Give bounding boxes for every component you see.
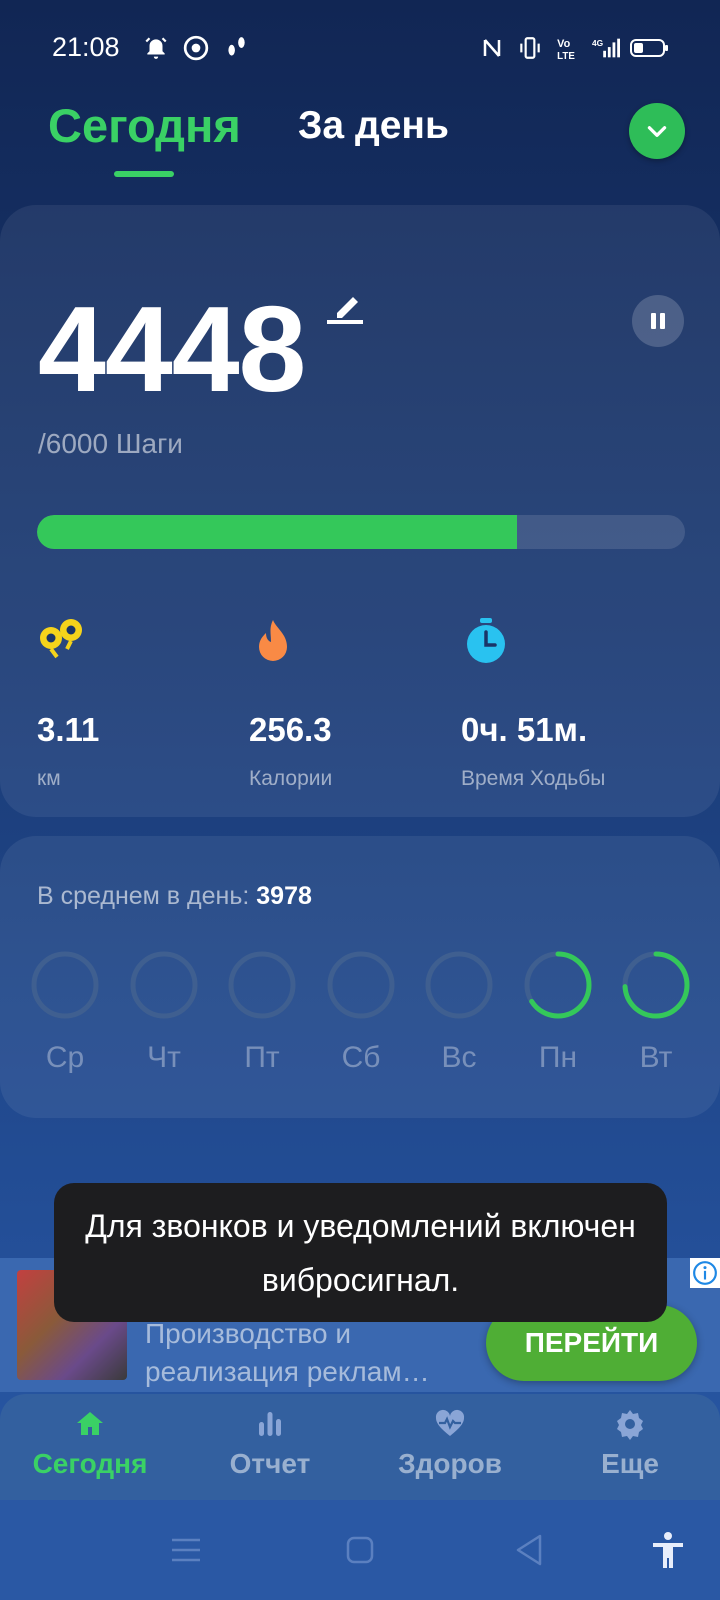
day-progress-ring (524, 951, 592, 1019)
tab-day[interactable]: За день (298, 104, 449, 148)
steps-progress-bar (37, 515, 685, 549)
toast-message: Для звонков и уведомлений включен виброс… (54, 1183, 667, 1322)
bar-chart-icon (259, 1412, 281, 1436)
battery-icon (630, 34, 670, 62)
nav-health-label: Здоров (398, 1448, 502, 1479)
edit-icon[interactable] (327, 287, 367, 327)
home-icon (77, 1412, 103, 1435)
nav-more[interactable]: Еще (540, 1394, 720, 1500)
status-right-icons: Vo LTE 4G (478, 34, 670, 62)
volte-icon: Vo LTE (554, 34, 582, 62)
accessibility-icon[interactable] (648, 1530, 688, 1570)
fire-icon (259, 620, 287, 661)
distance-pin-icon (40, 619, 82, 659)
svg-text:4G: 4G (592, 38, 603, 48)
stat-distance-label: км (37, 767, 61, 790)
day-label: Вс (441, 1041, 477, 1074)
footsteps-icon (222, 34, 250, 62)
pause-button[interactable] (632, 295, 684, 347)
chevron-down-icon (647, 126, 667, 137)
stat-calories-label: Калории (249, 767, 333, 790)
heart-pulse-icon (435, 1409, 465, 1436)
day-0[interactable]: Ср (30, 950, 100, 1075)
day-5[interactable]: Пн (523, 950, 593, 1075)
home-button-icon[interactable] (340, 1530, 380, 1570)
tab-active-indicator (114, 171, 174, 177)
nav-report[interactable]: Отчет (180, 1394, 360, 1500)
stat-distance-value: 3.11 (37, 711, 100, 748)
average-line: В среднем в день: 3978 (37, 882, 312, 911)
stopwatch-icon (467, 618, 505, 663)
svg-text:LTE: LTE (557, 51, 575, 61)
dropdown-button[interactable] (629, 103, 685, 159)
tab-today[interactable]: Сегодня (48, 98, 241, 153)
day-ring-track (327, 951, 395, 1019)
steps-count: 4448 (38, 281, 306, 417)
day-progress-ring (130, 951, 198, 1019)
day-1[interactable]: Чт (129, 950, 199, 1075)
average-label: В среднем в день: (37, 882, 257, 910)
day-ring-track (425, 951, 493, 1019)
day-progress-ring (228, 951, 296, 1019)
day-2[interactable]: Пт (227, 950, 297, 1075)
day-progress-ring (425, 951, 493, 1019)
steps-progress-fill (37, 515, 518, 549)
day-label: Сб (341, 1041, 381, 1074)
status-time: 21:08 (52, 32, 120, 62)
alarm-icon (142, 34, 170, 62)
status-left-icons (142, 34, 250, 62)
stat-walk-time-label: Время Ходьбы (461, 767, 606, 790)
nfc-icon (478, 34, 506, 62)
day-label: Ср (45, 1041, 85, 1074)
bottom-nav: Сегодня Отчет Здоров Еще (0, 1394, 720, 1500)
average-value: 3978 (256, 882, 312, 910)
day-ring-track (228, 951, 296, 1019)
chrome-icon (182, 34, 210, 62)
nav-health[interactable]: Здоров (360, 1394, 540, 1500)
signal-4g-icon: 4G (592, 34, 620, 62)
steps-goal: /6000 Шаги (38, 428, 183, 459)
stat-distance: 3.11 км (37, 616, 99, 791)
nav-today[interactable]: Сегодня (0, 1394, 180, 1500)
day-ring-track (31, 951, 99, 1019)
nav-today-label: Сегодня (32, 1448, 148, 1479)
day-label: Вт (639, 1041, 673, 1074)
day-6[interactable]: Вт (621, 950, 691, 1075)
recent-apps-icon[interactable] (166, 1530, 206, 1570)
day-4[interactable]: Вс (424, 950, 494, 1075)
stat-calories: 256.3 Калории (249, 616, 332, 791)
ad-info-icon[interactable] (690, 1258, 720, 1288)
day-progress-ring (31, 951, 99, 1019)
vibrate-icon (516, 34, 544, 62)
stat-calories-value: 256.3 (249, 711, 332, 748)
day-3[interactable]: Сб (326, 950, 396, 1075)
back-icon[interactable] (510, 1530, 550, 1570)
day-ring-track (130, 951, 198, 1019)
day-label: Пн (538, 1041, 578, 1074)
pause-icon (651, 313, 665, 329)
ad-text[interactable]: Производство и реализация реклам… (145, 1315, 485, 1391)
stat-walk-time-value: 0ч. 51м. (461, 711, 588, 748)
nav-more-label: Еще (601, 1448, 659, 1479)
day-progress-ring (327, 951, 395, 1019)
stat-walk-time: 0ч. 51м. Время Ходьбы (461, 616, 605, 791)
day-label: Чт (147, 1041, 181, 1074)
day-label: Пт (244, 1041, 280, 1074)
gear-icon (617, 1410, 643, 1440)
nav-report-label: Отчет (229, 1448, 311, 1479)
svg-text:Vo: Vo (557, 38, 570, 50)
day-progress-ring (622, 951, 690, 1019)
